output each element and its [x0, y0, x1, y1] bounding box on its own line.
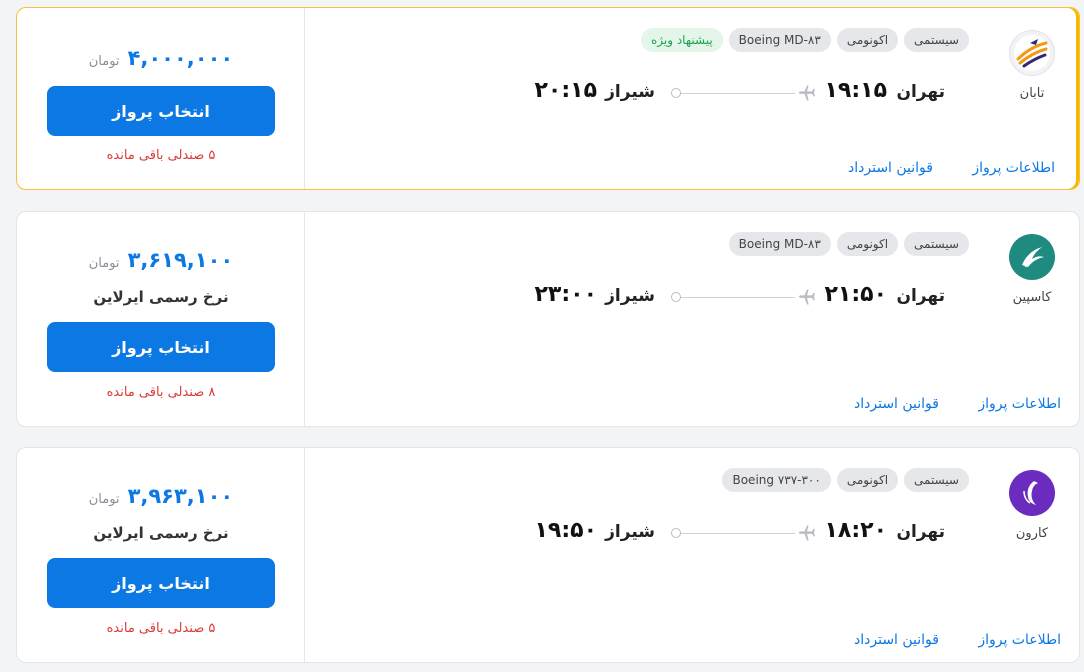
- flight-card: ۴,۰۰۰,۰۰۰ تومان انتخاب پرواز ۵ صندلی باق…: [16, 7, 1080, 190]
- currency-label: تومان: [88, 492, 120, 507]
- select-flight-button[interactable]: انتخاب پرواز: [47, 86, 275, 136]
- plane-icon: [799, 85, 815, 101]
- route-line: [681, 533, 795, 534]
- airline: کارون: [985, 470, 1079, 541]
- currency-label: تومان: [88, 256, 120, 271]
- plane-icon: [799, 289, 815, 305]
- price-amount: ۴,۰۰۰,۰۰۰: [127, 46, 234, 70]
- origin-time: ۱۸:۲۰: [824, 518, 887, 543]
- official-rate-note: نرخ رسمی ایرلاین: [93, 288, 229, 306]
- airline: کاسپین: [985, 234, 1079, 305]
- seats-remaining: ۸ صندلی باقی مانده: [106, 385, 216, 400]
- flight-tags: سیستمی اکونومی Boeing ۷۳۷-۳۰۰: [722, 468, 969, 492]
- price: ۴,۰۰۰,۰۰۰ تومان: [17, 46, 305, 70]
- flight-info-link[interactable]: اطلاعات پرواز: [978, 396, 1061, 412]
- flight-tags: سیستمی اکونومی Boeing MD-۸۳ پیشنهاد ویژه: [640, 28, 969, 52]
- price-amount: ۳,۶۱۹,۱۰۰: [127, 248, 234, 272]
- airline-name: تابان: [1019, 86, 1045, 101]
- tag-aircraft: Boeing MD-۸۳: [728, 232, 831, 256]
- price-amount: ۳,۹۶۳,۱۰۰: [127, 484, 234, 508]
- origin-time: ۲۱:۵۰: [824, 282, 887, 307]
- origin-time: ۱۹:۱۵: [824, 78, 887, 103]
- tag-system: سیستمی: [904, 468, 969, 492]
- caspian-logo-icon: [1009, 234, 1055, 280]
- price: ۳,۹۶۳,۱۰۰ تومان: [17, 484, 305, 508]
- tag-class: اکونومی: [836, 232, 899, 256]
- destination-city: شیراز: [605, 286, 655, 306]
- tag-system: سیستمی: [904, 232, 969, 256]
- price-section: ۴,۰۰۰,۰۰۰ تومان انتخاب پرواز ۵ صندلی باق…: [17, 8, 305, 189]
- destination-time: ۱۹:۵۰: [534, 518, 597, 543]
- airline-name: کاسپین: [1012, 290, 1052, 305]
- tag-class: اکونومی: [836, 468, 899, 492]
- destination-time: ۲۰:۱۵: [534, 78, 597, 103]
- seats-remaining: ۵ صندلی باقی مانده: [106, 621, 216, 636]
- refund-rules-link[interactable]: قوانین استرداد: [854, 632, 939, 648]
- tag-system: سیستمی: [904, 28, 969, 52]
- destination-city: شیراز: [605, 522, 655, 542]
- flight-info-link[interactable]: اطلاعات پرواز: [978, 632, 1061, 648]
- route-line: [681, 93, 795, 94]
- price: ۳,۶۱۹,۱۰۰ تومان: [17, 248, 305, 272]
- official-rate-note: نرخ رسمی ایرلاین: [93, 524, 229, 542]
- karun-logo-icon: [1009, 470, 1055, 516]
- tag-aircraft: Boeing MD-۸۳: [728, 28, 831, 52]
- airline: تابان: [985, 30, 1079, 101]
- tag-aircraft: Boeing ۷۳۷-۳۰۰: [722, 468, 831, 492]
- seats-remaining: ۵ صندلی باقی مانده: [106, 148, 216, 163]
- price-section: ۳,۶۱۹,۱۰۰ تومان نرخ رسمی ایرلاین انتخاب …: [17, 212, 305, 426]
- currency-label: تومان: [88, 54, 120, 69]
- origin-city: تهران: [896, 286, 945, 306]
- flight-card: ۳,۶۱۹,۱۰۰ تومان نرخ رسمی ایرلاین انتخاب …: [16, 211, 1080, 427]
- price-section: ۳,۹۶۳,۱۰۰ تومان نرخ رسمی ایرلاین انتخاب …: [17, 448, 305, 662]
- origin-city: تهران: [896, 82, 945, 102]
- origin-city: تهران: [896, 522, 945, 542]
- route-line: [681, 297, 795, 298]
- tag-class: اکونومی: [836, 28, 899, 52]
- destination-city: شیراز: [605, 82, 655, 102]
- flight-tags: سیستمی اکونومی Boeing MD-۸۳: [728, 232, 969, 256]
- taban-logo-icon: [1009, 30, 1055, 76]
- refund-rules-link[interactable]: قوانین استرداد: [848, 160, 933, 176]
- route-dot: [671, 528, 681, 538]
- refund-rules-link[interactable]: قوانین استرداد: [854, 396, 939, 412]
- select-flight-button[interactable]: انتخاب پرواز: [47, 558, 275, 608]
- plane-icon: [799, 525, 815, 541]
- select-flight-button[interactable]: انتخاب پرواز: [47, 322, 275, 372]
- flight-card: ۳,۹۶۳,۱۰۰ تومان نرخ رسمی ایرلاین انتخاب …: [16, 447, 1080, 663]
- route-dot: [671, 292, 681, 302]
- airline-name: کارون: [1015, 526, 1049, 541]
- tag-special-offer: پیشنهاد ویژه: [640, 28, 723, 52]
- flight-info-link[interactable]: اطلاعات پرواز: [972, 160, 1055, 176]
- destination-time: ۲۳:۰۰: [534, 282, 597, 307]
- route-dot: [671, 88, 681, 98]
